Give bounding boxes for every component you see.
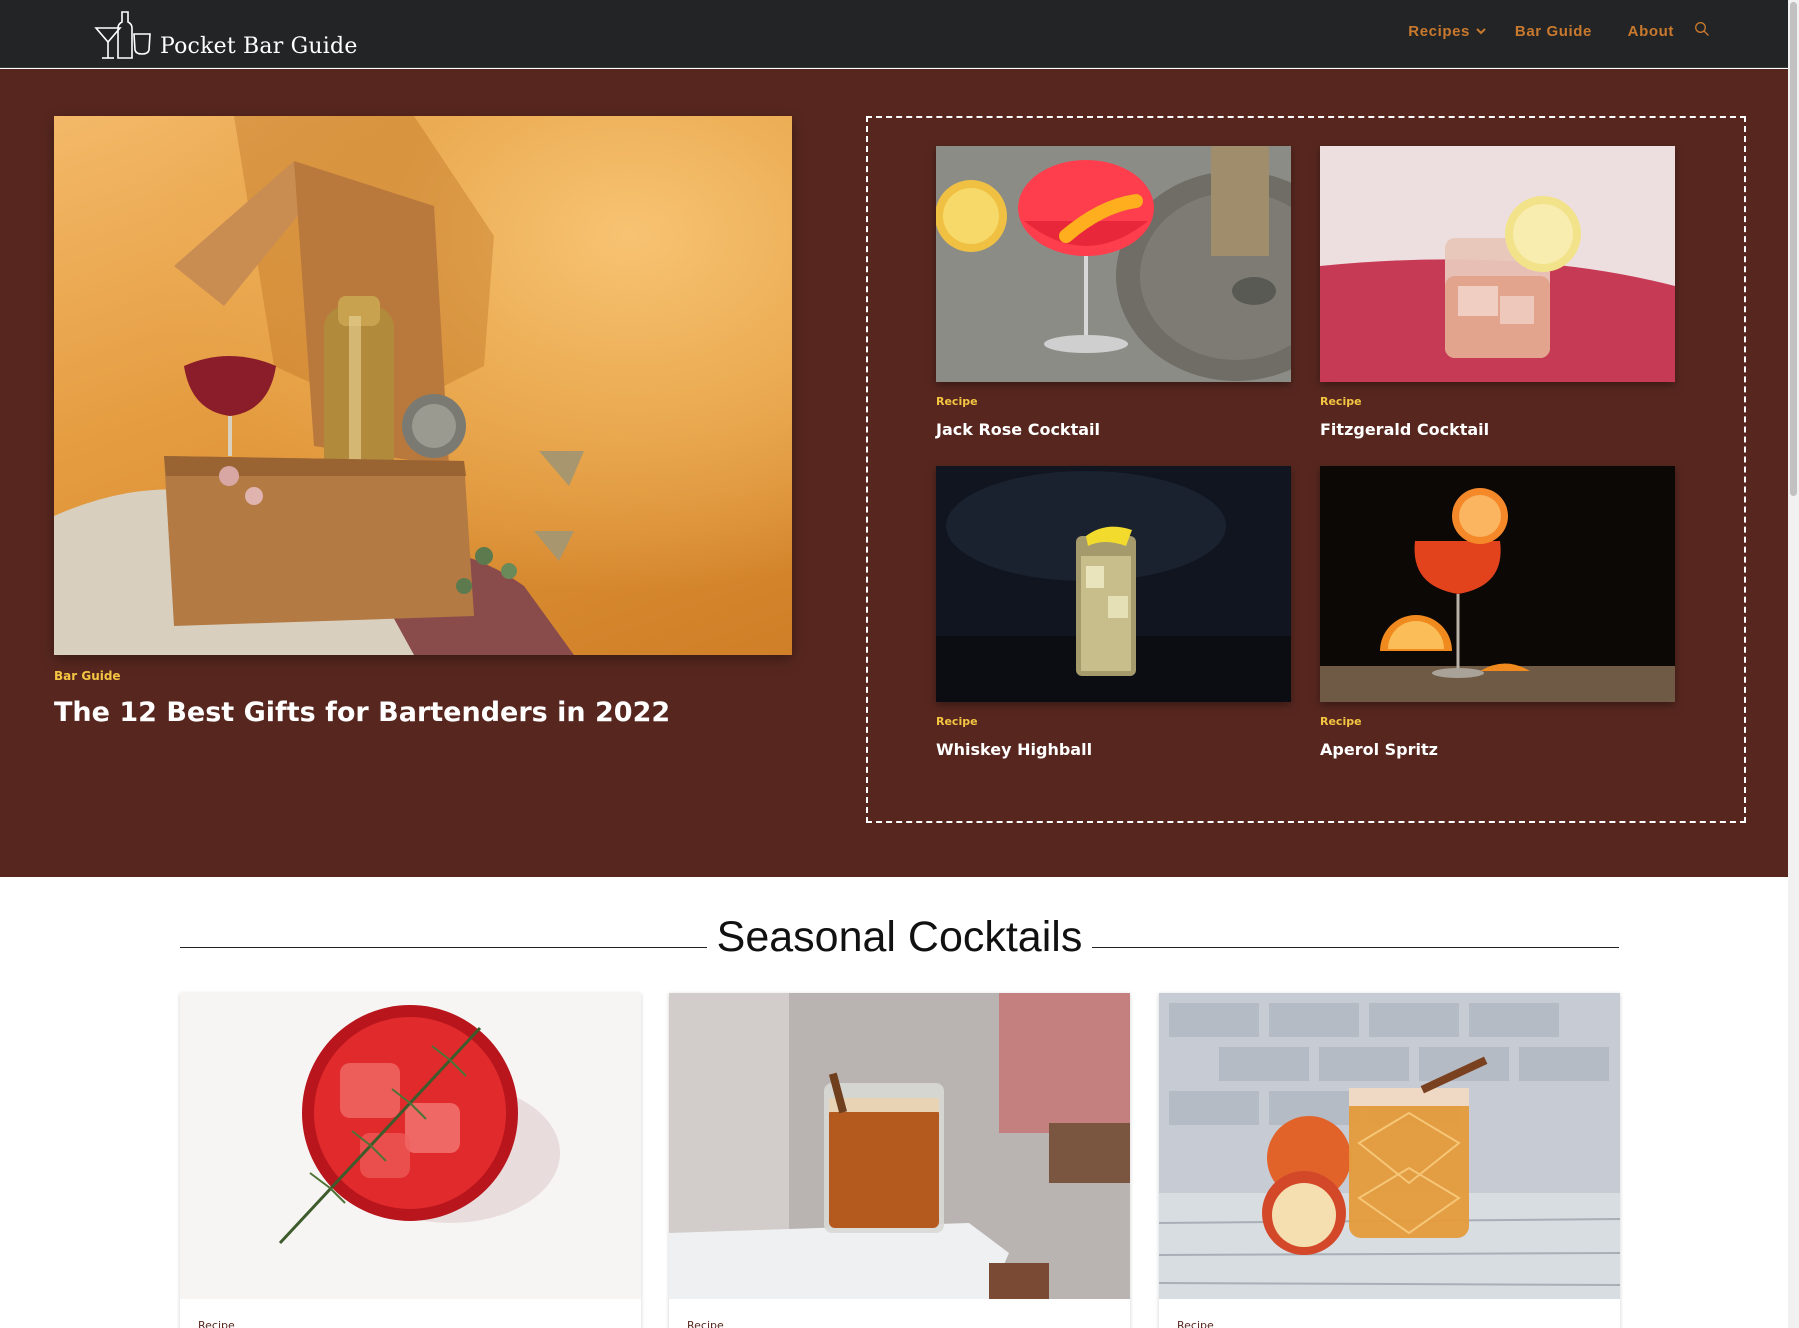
- seasonal-card: Recipe: [1159, 993, 1620, 1328]
- recipe-card-category[interactable]: Recipe: [1320, 395, 1675, 408]
- red-rosemary-cocktail-image: [180, 993, 641, 1299]
- recipe-card-fitzgerald: Recipe Fitzgerald Cocktail: [1320, 146, 1675, 439]
- aperol-spritz-image: [1320, 466, 1675, 702]
- recipe-card-image[interactable]: [936, 146, 1291, 382]
- search-icon: [1695, 22, 1709, 36]
- nav-recipes[interactable]: Recipes: [1408, 23, 1486, 40]
- recipe-card-image[interactable]: [1320, 466, 1675, 702]
- recipe-card-title[interactable]: Aperol Spritz: [1320, 740, 1675, 759]
- recipe-card-title[interactable]: Fitzgerald Cocktail: [1320, 420, 1675, 439]
- recipe-card-title[interactable]: Jack Rose Cocktail: [936, 420, 1291, 439]
- seasonal-section-header: Seasonal Cocktails: [180, 910, 1619, 970]
- jack-rose-cocktail-image: [936, 146, 1291, 382]
- seasonal-card: Recipe: [180, 993, 641, 1328]
- recipe-card-title[interactable]: Whiskey Highball: [936, 740, 1291, 759]
- site-header: Pocket Bar Guide Recipes Bar Guide About: [0, 0, 1799, 68]
- featured-post: Bar Guide The 12 Best Gifts for Bartende…: [54, 116, 792, 728]
- heading-divider-right: [1092, 947, 1619, 948]
- recipe-card-whiskey-highball: Recipe Whiskey Highball: [936, 466, 1291, 759]
- fitzgerald-cocktail-image: [1320, 146, 1675, 382]
- seasonal-card-image[interactable]: [1159, 993, 1620, 1299]
- page-scrollbar[interactable]: [1788, 0, 1799, 1328]
- nav-bar-guide[interactable]: Bar Guide: [1515, 23, 1592, 40]
- recipe-card-image[interactable]: [1320, 146, 1675, 382]
- seasonal-card: Recipe: [669, 993, 1130, 1328]
- featured-post-image[interactable]: [54, 116, 792, 655]
- featured-hero: Bar Guide The 12 Best Gifts for Bartende…: [0, 69, 1788, 877]
- seasonal-card-image[interactable]: [180, 993, 641, 1299]
- nav-recipes-label: Recipes: [1408, 23, 1470, 40]
- nav-bar-guide-label: Bar Guide: [1514, 23, 1592, 40]
- seasonal-card-category[interactable]: Recipe: [687, 1319, 724, 1328]
- recipe-card-aperol-spritz: Recipe Aperol Spritz: [1320, 466, 1675, 759]
- scrollbar-thumb[interactable]: [1790, 2, 1797, 496]
- site-title: Pocket Bar Guide: [160, 34, 358, 59]
- search-button[interactable]: [1694, 21, 1710, 42]
- featured-post-title[interactable]: The 12 Best Gifts for Bartenders in 2022: [54, 697, 792, 728]
- bottle-glass-logo-icon: [94, 11, 151, 59]
- chevron-down-icon: [1476, 28, 1486, 35]
- recipe-grid: Recipe Jack Rose Cocktail Recipe Fitzger…: [866, 116, 1746, 823]
- amber-cinnamon-cocktail-image: [669, 993, 1130, 1299]
- recipe-card-category[interactable]: Recipe: [936, 395, 1291, 408]
- site-logo[interactable]: Pocket Bar Guide: [94, 8, 358, 60]
- nav-about[interactable]: About: [1628, 23, 1674, 40]
- apple-cinnamon-cocktail-image: [1159, 993, 1620, 1299]
- seasonal-heading: Seasonal Cocktails: [716, 913, 1083, 961]
- seasonal-card-category[interactable]: Recipe: [1177, 1319, 1214, 1328]
- recipe-card-image[interactable]: [936, 466, 1291, 702]
- seasonal-card-image[interactable]: [669, 993, 1130, 1299]
- recipe-card-category[interactable]: Recipe: [936, 715, 1291, 728]
- recipe-card-jack-rose: Recipe Jack Rose Cocktail: [936, 146, 1291, 439]
- seasonal-card-category[interactable]: Recipe: [198, 1319, 235, 1328]
- whiskey-highball-image: [936, 466, 1291, 702]
- featured-post-category[interactable]: Bar Guide: [54, 669, 792, 683]
- nav-about-label: About: [1627, 23, 1674, 40]
- recipe-card-category[interactable]: Recipe: [1320, 715, 1675, 728]
- bartender-gift-box-illustration: [54, 116, 584, 655]
